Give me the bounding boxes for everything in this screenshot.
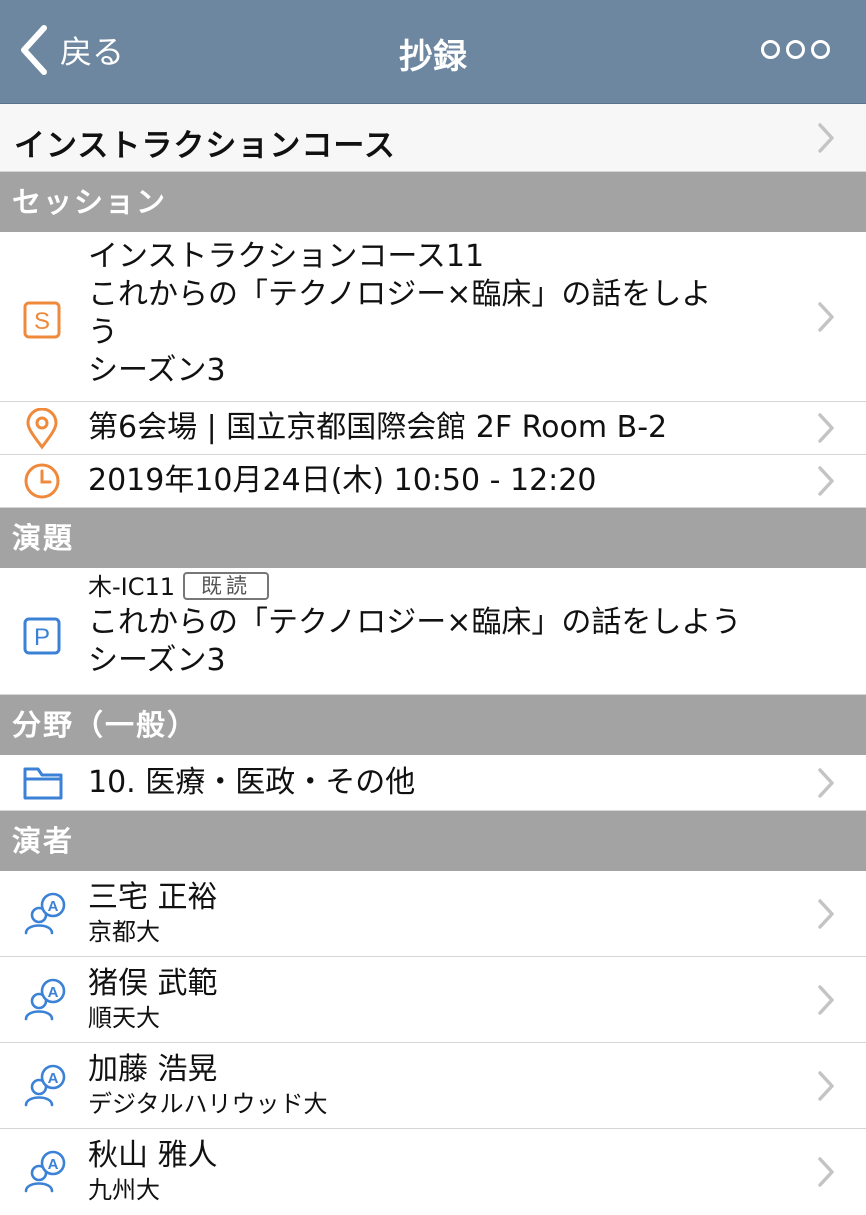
session-title-row[interactable]: S インストラクションコース11 これからの「テクノロジー×臨床」の話をしよ う…: [0, 232, 866, 402]
course-title: インストラクションコース: [14, 128, 396, 164]
speaker-row[interactable]: A 秋山 雅人 九州大: [0, 1129, 866, 1215]
folder-icon: [23, 767, 63, 800]
speaker-name: 三宅 正裕: [88, 880, 218, 915]
session-s-icon: S: [23, 301, 61, 339]
topic-title-line-2: シーズン3: [88, 643, 226, 678]
chevron-right-icon: [818, 413, 834, 443]
presentation-p-icon: P: [23, 617, 61, 655]
speaker-person-icon: A: [24, 1064, 66, 1107]
speaker-person-icon: A: [24, 892, 66, 935]
speaker-row[interactable]: A 加藤 浩晃 デジタルハリウッド大: [0, 1043, 866, 1129]
chevron-right-icon: [818, 768, 834, 798]
more-dots-icon[interactable]: [761, 40, 830, 59]
session-time-row[interactable]: 2019年10月24日(木) 10:50 - 12:20: [0, 455, 866, 508]
topic-title-line-1: これからの「テクノロジー×臨床」の話をしよう: [88, 605, 742, 640]
course-row[interactable]: インストラクションコース: [0, 104, 866, 172]
svg-text:A: A: [48, 1156, 59, 1173]
svg-text:A: A: [48, 1070, 59, 1087]
speaker-affiliation: 順天大: [88, 1004, 160, 1032]
chevron-right-icon: [818, 1071, 834, 1101]
chevron-right-icon: [818, 302, 834, 332]
speaker-affiliation: 九州大: [88, 1176, 160, 1204]
speaker-row[interactable]: A 猪俣 武範 順天大: [0, 957, 866, 1043]
speaker-person-icon: A: [24, 1150, 66, 1193]
section-header-session: セッション: [0, 172, 866, 232]
speaker-affiliation: 京都大: [88, 918, 160, 946]
topic-content: 木-IC11 既読 これからの「テクノロジー×臨床」の話をしよう シーズン3: [88, 572, 806, 680]
location-pin-icon: [26, 408, 58, 450]
topic-code: 木-IC11: [88, 573, 176, 601]
speaker-person-icon: A: [24, 978, 66, 1021]
navigation-bar: 戻る 抄録: [0, 0, 866, 104]
session-venue: 第6会場 | 国立京都国際会館 2F Room B-2: [88, 410, 668, 445]
speaker-name: 加藤 浩晃: [88, 1052, 218, 1087]
speaker-name: 猪俣 武範: [88, 966, 218, 1001]
chevron-right-icon: [818, 899, 834, 929]
speaker-affiliation: デジタルハリウッド大: [88, 1090, 328, 1118]
svg-text:P: P: [34, 624, 50, 651]
page-title: 抄録: [399, 37, 467, 77]
svg-text:A: A: [48, 898, 59, 915]
chevron-right-icon: [818, 1157, 834, 1187]
section-header-field: 分野（一般）: [0, 695, 866, 755]
session-datetime: 2019年10月24日(木) 10:50 - 12:20: [88, 463, 597, 498]
session-title: インストラクションコース11 これからの「テクノロジー×臨床」の話をしよ う シ…: [88, 239, 712, 388]
section-header-topic: 演題: [0, 508, 866, 568]
field-row[interactable]: 10. 医療・医政・その他: [0, 755, 866, 811]
clock-icon: [24, 463, 60, 499]
topic-row[interactable]: P 木-IC11 既読 これからの「テクノロジー×臨床」の話をしよう シーズン3: [0, 568, 866, 695]
svg-text:A: A: [48, 984, 59, 1001]
speaker-row[interactable]: A 三宅 正裕 京都大: [0, 871, 866, 957]
speaker-name: 秋山 雅人: [88, 1138, 218, 1173]
chevron-right-icon: [818, 985, 834, 1015]
chevron-right-icon: [818, 466, 834, 496]
session-venue-row[interactable]: 第6会場 | 国立京都国際会館 2F Room B-2: [0, 402, 866, 455]
field-label: 10. 医療・医政・その他: [88, 765, 416, 800]
svg-text:S: S: [34, 308, 50, 335]
section-header-speakers: 演者: [0, 811, 866, 871]
chevron-right-icon: [818, 123, 834, 153]
read-badge: 既読: [183, 572, 270, 600]
